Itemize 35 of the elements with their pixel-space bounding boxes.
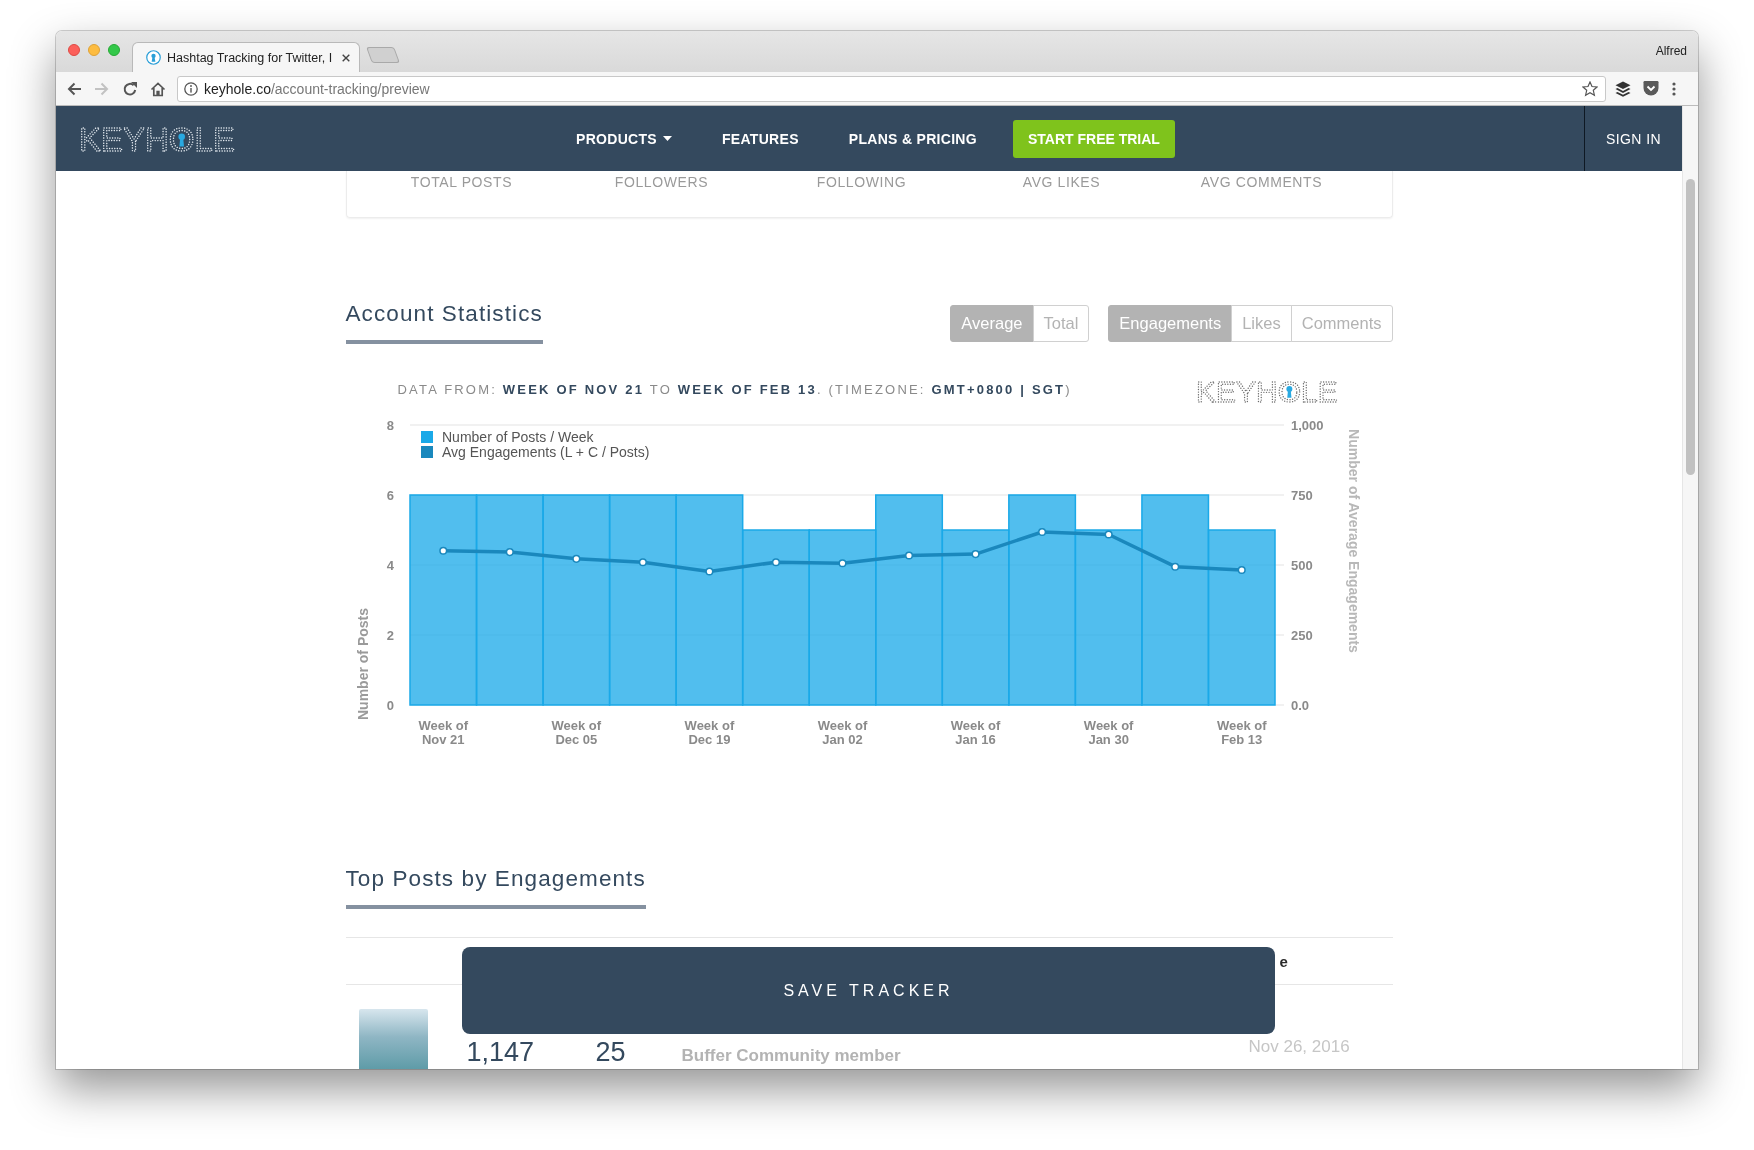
axis-title: Number of Average Engagements (1345, 429, 1362, 653)
table-cell-text: Buffer Community member (681, 1046, 902, 1066)
stat-label: AVG LIKES (1021, 174, 1102, 191)
column-header: e (1279, 952, 1288, 970)
axis-tick-label: Week of Nov 21 (417, 718, 468, 747)
section-title: Account Statistics (345, 300, 543, 344)
axis-tick-label: 6 (386, 487, 394, 503)
axis-tick-label: 0.0 (1290, 697, 1309, 713)
axis-tick-label: Week of Dec 19 (684, 718, 734, 747)
axis-tick-label: 0 (386, 697, 394, 713)
table-cell-text: 25 (595, 1036, 627, 1068)
axis-tick-label: Week of Jan 30 (1083, 718, 1133, 747)
date-range-text: DATA FROM: WEEK OF NOV 21 TO WEEK OF FEB 13. (TIMEZONE: GMT+0800 | SGT) (397, 381, 1072, 397)
section-title: Top Posts by Engagements (345, 865, 646, 909)
legend-label: Avg Engagements (L + C / Posts) (441, 444, 649, 460)
axis-tick-label: 1,000 (1290, 417, 1324, 433)
stat-label: TOTAL POSTS (409, 174, 514, 191)
axis-tick-label: Week of Jan 16 (950, 718, 1000, 747)
stat-label: AVG COMMENTS (1199, 174, 1324, 191)
legend-label: Number of Posts / Week (441, 429, 593, 445)
table-cell-text: 1,147 (466, 1036, 536, 1068)
axis-tick-label: 2 (386, 627, 394, 643)
brand-logo: KEYHOLE (1194, 374, 1341, 408)
axis-tick-label: Week of Dec 05 (551, 718, 601, 747)
axis-tick-label: 500 (1290, 557, 1313, 573)
axis-tick-label: 750 (1290, 487, 1313, 503)
stat-label: FOLLOWING (815, 174, 908, 191)
axis-tick-label: 8 (386, 417, 394, 433)
axis-tick-label: Week of Feb 13 (1216, 718, 1267, 747)
table-cell-text: Nov 26, 2016 (1248, 1037, 1351, 1057)
axis-tick-label: Week of Jan 02 (817, 718, 867, 747)
axis-tick-label: 250 (1290, 627, 1313, 643)
axis-tick-label: 4 (386, 557, 394, 573)
axis-title: Number of Posts (354, 608, 371, 720)
stat-label: FOLLOWERS (613, 174, 710, 191)
